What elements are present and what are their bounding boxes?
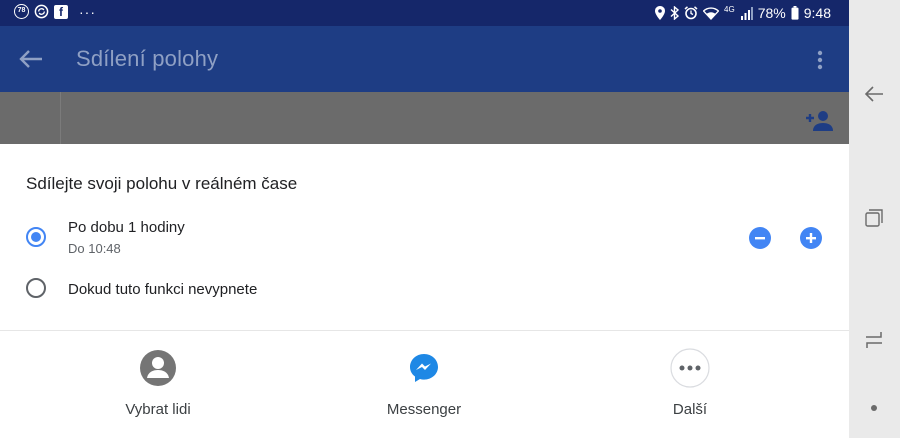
share-target-messenger[interactable]: Messenger	[364, 348, 484, 428]
option-one-hour-until: Do 10:48	[68, 241, 121, 256]
recents-icon[interactable]	[865, 209, 883, 227]
status-left: 78 f ···	[14, 4, 96, 19]
status-right: 4G 78% 9:48	[655, 4, 831, 22]
scrim[interactable]	[0, 92, 849, 144]
sync-icon	[34, 4, 49, 19]
sheet-title: Sdílejte svoji polohu v reálném čase	[26, 174, 298, 193]
signal-icon	[740, 6, 753, 20]
add-person-icon[interactable]	[804, 109, 834, 133]
option-one-hour-label[interactable]: Po dobu 1 hodiny	[68, 219, 185, 236]
share-target-more[interactable]: Další	[630, 348, 750, 428]
bluetooth-icon	[670, 6, 680, 20]
share-target-label: Další	[672, 401, 708, 418]
decrease-duration-button[interactable]	[749, 227, 771, 249]
battery-icon	[791, 6, 799, 20]
plus-icon	[806, 233, 816, 243]
facebook-icon: f	[54, 4, 68, 19]
more-icon	[670, 348, 710, 388]
clock: 9:48	[803, 5, 831, 21]
person-icon	[140, 350, 176, 386]
wifi-icon	[703, 6, 720, 20]
battery-percent: 78%	[757, 5, 786, 21]
radio-one-hour[interactable]	[26, 227, 46, 247]
network-type: 4G	[724, 5, 735, 14]
radio-until-off[interactable]	[26, 278, 46, 298]
share-target-select-people[interactable]: Vybrat lidi	[98, 348, 218, 428]
system-nav-bar	[849, 0, 900, 438]
home-dot-icon[interactable]	[869, 403, 879, 413]
alarm-icon	[684, 6, 698, 20]
messenger-icon	[410, 354, 438, 382]
minus-icon	[755, 237, 765, 240]
increase-duration-button[interactable]	[800, 227, 822, 249]
more-notifications: ···	[79, 3, 96, 20]
location-icon	[655, 6, 666, 20]
back-arrow-icon[interactable]	[18, 48, 44, 70]
share-target-label: Vybrat lidi	[125, 401, 191, 418]
status-bar: 78 f ··· 4G 78% 9:48	[0, 0, 849, 26]
share-target-label: Messenger	[386, 401, 462, 418]
notification-badge-icon: 78	[14, 4, 29, 19]
page-title: Sdílení polohy	[76, 46, 219, 71]
overflow-menu-icon[interactable]	[810, 48, 830, 72]
screen: 78 f ··· 4G 78% 9:48 Sdílení polohy Sdíl…	[0, 0, 849, 438]
scrim-divider	[60, 92, 61, 144]
nav-back-icon[interactable]	[863, 84, 885, 104]
nav-switch-icon[interactable]	[864, 331, 884, 349]
sheet-divider	[0, 330, 849, 331]
option-until-off-label[interactable]: Dokud tuto funkci nevypnete	[68, 281, 257, 298]
